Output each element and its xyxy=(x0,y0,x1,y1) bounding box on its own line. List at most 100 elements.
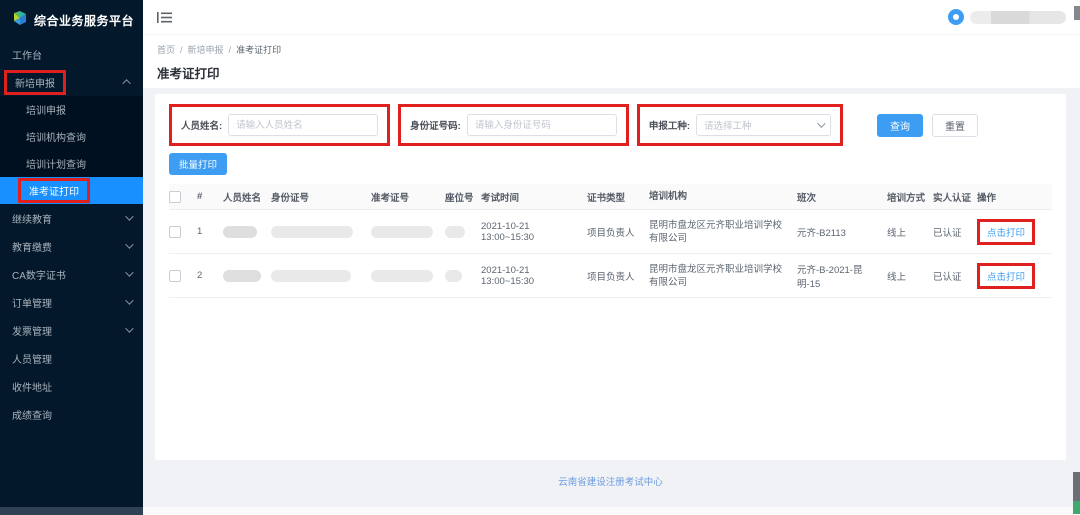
sidebar-item-new-training-declare[interactable]: 新培申报 xyxy=(0,68,143,96)
row-select-cell xyxy=(169,226,197,238)
row-name-redacted xyxy=(223,226,271,238)
row-index: 2 xyxy=(197,270,223,281)
username-redacted xyxy=(970,11,1066,24)
app-logo: 综合业务服务平台 xyxy=(0,0,143,40)
table-row: 1 2021-10-21 13:00~15:30 项目负责人 昆明市盘龙区元齐职… xyxy=(169,210,1052,254)
chevron-up-icon xyxy=(122,79,130,87)
row-checkbox[interactable] xyxy=(169,226,181,238)
sidebar-item-label: 教育缴费 xyxy=(12,239,52,254)
job-type-placeholder: 请选择工种 xyxy=(704,118,752,132)
sidebar-item-label: 工作台 xyxy=(12,47,42,62)
annotation-redbox: 点击打印 xyxy=(977,219,1035,245)
annotation-redbox: 准考证打印 xyxy=(18,178,90,203)
sidebar-item-education-payment[interactable]: 教育缴费 xyxy=(0,232,143,260)
sidebar-item-score-query[interactable]: 成绩查询 xyxy=(0,400,143,428)
col-seat: 座位号 xyxy=(445,190,481,204)
click-print-link[interactable]: 点击打印 xyxy=(987,228,1025,239)
id-number-input[interactable] xyxy=(467,114,617,136)
sidebar-item-label: 培训计划查询 xyxy=(26,156,86,171)
col-cert-type: 证书类型 xyxy=(587,190,649,204)
col-action: 操作 xyxy=(977,190,1052,204)
row-seat-redacted xyxy=(445,226,481,238)
sidebar-item-workbench[interactable]: 工作台 xyxy=(0,40,143,68)
sidebar-item-training-org-query[interactable]: 培训机构查询 xyxy=(0,123,143,150)
table-row: 2 2021-10-21 13:00~15:30 项目负责人 昆明市盘龙区元齐职… xyxy=(169,254,1052,298)
breadcrumb-new-training[interactable]: 新培申报 xyxy=(188,43,224,56)
row-training-org: 昆明市盘龙区元齐职业培训学校有限公司 xyxy=(649,219,797,245)
app-logo-icon xyxy=(12,10,28,31)
sidebar-item-order-management[interactable]: 订单管理 xyxy=(0,288,143,316)
content-area: 人员姓名: 身份证号码: 申报工种: 请选择工种 查询 重置 xyxy=(143,88,1080,507)
select-all-checkbox[interactable] xyxy=(169,191,181,203)
sidebar-item-label: 发票管理 xyxy=(12,323,52,338)
sidebar-item-personnel-management[interactable]: 人员管理 xyxy=(0,344,143,372)
sidebar-item-label: 培训机构查询 xyxy=(26,129,86,144)
filter-job-group: 申报工种: 请选择工种 xyxy=(637,104,843,146)
name-input[interactable] xyxy=(228,114,378,136)
row-select-cell xyxy=(169,270,197,282)
sidebar-item-label: 成绩查询 xyxy=(12,407,52,422)
row-training-org: 昆明市盘龙区元齐职业培训学校有限公司 xyxy=(649,263,797,289)
row-action-cell: 点击打印 xyxy=(977,219,1052,245)
horizontal-scrollbar[interactable] xyxy=(0,507,1080,515)
sidebar-item-shipping-address[interactable]: 收件地址 xyxy=(0,372,143,400)
row-seat-redacted xyxy=(445,270,481,282)
topbar xyxy=(143,0,1080,34)
row-exam-time: 2021-10-21 13:00~15:30 xyxy=(481,265,587,287)
user-account-area[interactable] xyxy=(948,9,1066,25)
footer-link[interactable]: 云南省建设注册考试中心 xyxy=(558,477,663,488)
page-footer: 云南省建设注册考试中心 xyxy=(155,474,1066,488)
horizontal-scrollbar-sidebar-section[interactable] xyxy=(0,507,143,515)
avatar-icon xyxy=(948,9,964,25)
chevron-down-icon xyxy=(817,119,825,127)
name-label: 人员姓名: xyxy=(181,118,222,132)
sidebar-item-label: 准考证打印 xyxy=(29,187,79,198)
col-id-number: 身份证号 xyxy=(271,190,371,204)
sidebar-item-label: 继续教育 xyxy=(12,211,52,226)
row-training-method: 线上 xyxy=(887,225,933,239)
row-cert-type: 项目负责人 xyxy=(587,225,649,239)
row-class: 元齐-B2113 xyxy=(797,225,887,239)
sidebar-item-ca-certificate[interactable]: CA数字证书 xyxy=(0,260,143,288)
sidebar-item-training-declare[interactable]: 培训申报 xyxy=(0,96,143,123)
row-ticket-redacted xyxy=(371,270,445,282)
sidebar-item-continuing-education[interactable]: 继续教育 xyxy=(0,204,143,232)
row-checkbox[interactable] xyxy=(169,270,181,282)
row-ticket-redacted xyxy=(371,226,445,238)
vertical-scrollbar-thumb-bottom[interactable] xyxy=(1073,472,1080,502)
job-type-select[interactable]: 请选择工种 xyxy=(696,114,831,136)
app-window: 综合业务服务平台 工作台 新培申报 培训申报 培训机构查询 培训计划查询 准考证… xyxy=(0,0,1080,515)
sidebar-item-training-plan-query[interactable]: 培训计划查询 xyxy=(0,150,143,177)
row-class: 元齐-B-2021-昆明-15 xyxy=(797,262,887,290)
col-training-method: 培训方式 xyxy=(887,190,933,204)
row-id-redacted xyxy=(271,270,371,282)
sidebar: 综合业务服务平台 工作台 新培申报 培训申报 培训机构查询 培训计划查询 准考证… xyxy=(0,0,143,507)
breadcrumb-current: 准考证打印 xyxy=(236,43,281,56)
reset-button[interactable]: 重置 xyxy=(932,114,978,137)
annotation-redbox: 点击打印 xyxy=(977,263,1035,289)
select-all-cell xyxy=(169,191,197,203)
row-name-redacted xyxy=(223,270,271,282)
id-number-label: 身份证号码: xyxy=(410,118,461,132)
row-id-redacted xyxy=(271,226,371,238)
sidebar-item-invoice-management[interactable]: 发票管理 xyxy=(0,316,143,344)
col-ticket-number: 准考证号 xyxy=(371,190,445,204)
col-training-org: 培训机构 xyxy=(649,190,797,203)
vertical-scrollbar-thumb-top[interactable] xyxy=(1074,6,1080,20)
click-print-link[interactable]: 点击打印 xyxy=(987,272,1025,283)
breadcrumb-separator: / xyxy=(229,45,232,55)
job-type-label: 申报工种: xyxy=(649,118,690,132)
table-header-row: # 人员姓名 身份证号 准考证号 座位号 考试时间 证书类型 培训机构 班次 培… xyxy=(169,184,1052,210)
app-title: 综合业务服务平台 xyxy=(34,12,134,29)
row-index: 1 xyxy=(197,226,223,237)
collapse-sidebar-icon[interactable] xyxy=(157,11,172,24)
chevron-down-icon xyxy=(125,324,133,332)
filter-name-group: 人员姓名: xyxy=(169,104,390,146)
vertical-scrollbar-marker[interactable] xyxy=(1073,501,1080,514)
col-identity-auth: 实人认证 xyxy=(933,190,977,204)
sidebar-item-admission-ticket-print[interactable]: 准考证打印 xyxy=(0,177,143,204)
row-identity-auth: 已认证 xyxy=(933,269,977,283)
breadcrumb-home[interactable]: 首页 xyxy=(157,43,175,56)
batch-print-button[interactable]: 批量打印 xyxy=(169,153,227,175)
search-button[interactable]: 查询 xyxy=(877,114,923,137)
